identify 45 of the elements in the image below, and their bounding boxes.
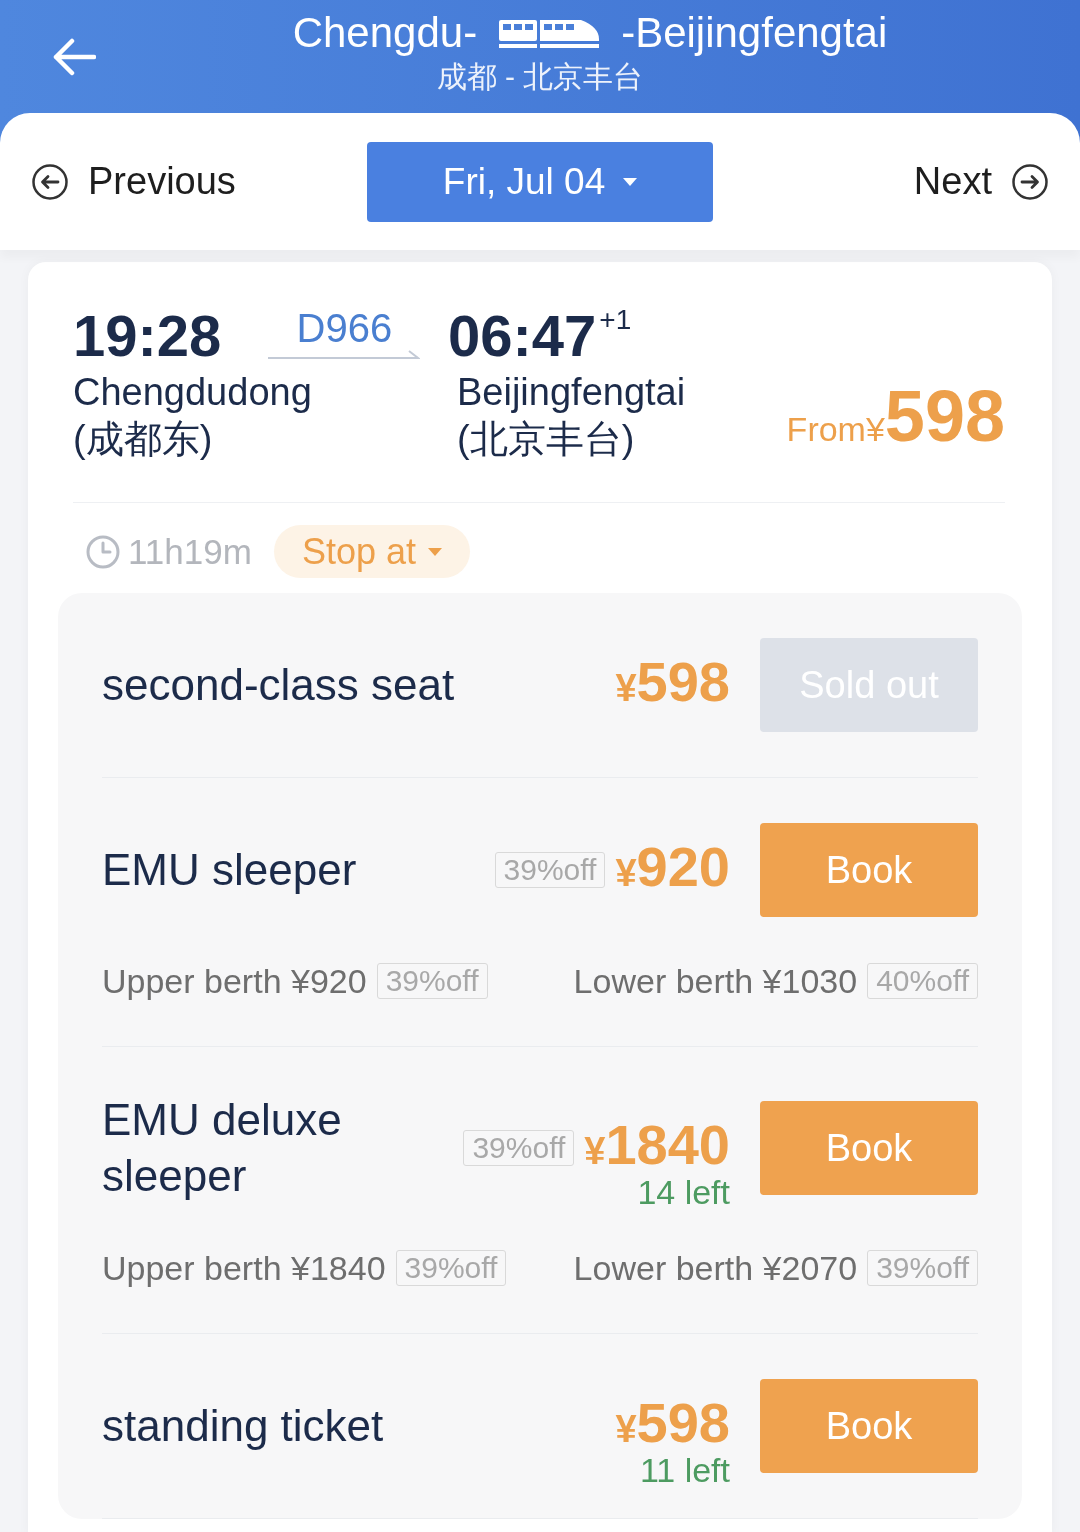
book-button[interactable]: Book (760, 1101, 978, 1195)
arrival-station: Beijingfengtai (456, 370, 686, 415)
seat-price: ¥598 (615, 652, 730, 715)
clock-icon (86, 534, 120, 569)
seat-type-name: EMU sleeper (102, 844, 358, 896)
berth-price: Upper berth ¥1840 (102, 1248, 386, 1288)
train-number: D966 (296, 307, 393, 349)
departure-station: Chengdudong (73, 370, 313, 415)
trip-duration: 11h19m (128, 531, 252, 572)
discount-tag: 39%off (463, 1130, 575, 1166)
discount-tag: 39%off (395, 1250, 507, 1286)
book-button[interactable]: Book (760, 1379, 978, 1473)
berth-price: Upper berth ¥920 (102, 961, 367, 1001)
seat-type-name: second-class seat (102, 659, 456, 711)
seats-left: 14 left (637, 1175, 730, 1209)
arrival-time: 06:47 (448, 303, 597, 369)
caret-icon (623, 177, 638, 186)
seat-price: ¥920 (615, 837, 730, 900)
departure-station-local: (成都东) (73, 417, 214, 462)
seat-price: ¥598 (615, 1393, 730, 1456)
train-icon (499, 17, 600, 49)
destination-title: -Beijingfengtai (621, 8, 888, 58)
discount-tag: 39%off (867, 1250, 978, 1286)
discount-tag: 39%off (494, 852, 606, 888)
seat-price: ¥1840 (584, 1115, 730, 1178)
date-picker-button[interactable]: Fri, Jul 04 (367, 141, 713, 222)
seats-left: 11 left (639, 1453, 730, 1487)
departure-time: 19:28 (73, 303, 222, 369)
lowest-price: From¥598 (786, 380, 1005, 458)
berth-price: Lower berth ¥1030 (573, 961, 858, 1001)
seat-type-name: standing ticket (102, 1400, 385, 1452)
discount-tag: 40%off (867, 963, 978, 999)
day-offset: +1 (599, 305, 632, 335)
route-subtitle: 成都 - 北京丰台 (436, 59, 644, 95)
book-button[interactable]: Book (760, 823, 978, 917)
berth-price: Lower berth ¥2070 (573, 1248, 858, 1288)
stops-button[interactable]: Stop at (273, 525, 470, 578)
previous-day-button[interactable]: Previous (32, 160, 236, 203)
origin-title: Chengdu- (292, 8, 478, 58)
seat-type-name: EMU deluxe sleeper (102, 1094, 343, 1202)
next-day-button[interactable]: Next (913, 160, 1048, 203)
back-icon[interactable] (52, 38, 96, 76)
discount-tag: 39%off (376, 963, 488, 999)
caret-icon (428, 547, 442, 556)
arrival-station-local: (北京丰台) (456, 417, 636, 462)
